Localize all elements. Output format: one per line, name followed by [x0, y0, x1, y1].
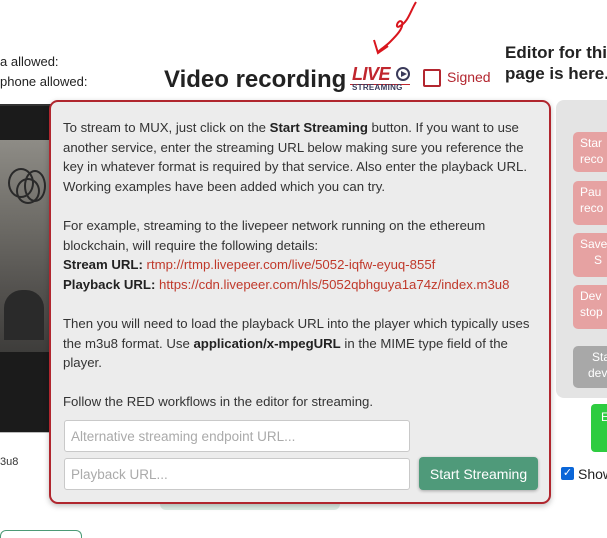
- green-action-button[interactable]: E: [591, 404, 607, 452]
- device-stop-label-1: Dev: [580, 289, 602, 303]
- start-recording-label-1: Star: [580, 136, 603, 150]
- page-title: Video recording: [164, 66, 347, 93]
- start-streaming-button[interactable]: Start Streaming: [419, 457, 538, 490]
- stream-url-value: rtmp://rtmp.livepeer.com/live/5052-iqfw-…: [146, 257, 436, 273]
- codec-text: 3u8: [0, 456, 19, 468]
- player-paragraph: Then you will need to load the playback …: [63, 314, 539, 373]
- editor-note: Editor for this page is here.: [505, 42, 607, 84]
- popup-body: To stream to MUX, just click on the Star…: [63, 118, 539, 432]
- save-label-1: Save: [580, 237, 607, 251]
- intro-bold: Start Streaming: [269, 120, 368, 135]
- playback-url-label: Playback URL:: [63, 276, 156, 292]
- playback-url-input[interactable]: [64, 458, 410, 490]
- mime-type: application/x-mpegURL: [193, 335, 341, 351]
- live-streaming-logo[interactable]: LIVE STREAMING: [350, 64, 412, 94]
- show-checkbox[interactable]: ✓: [561, 467, 574, 480]
- annotation-arrow-icon: [373, 1, 417, 55]
- intro-paragraph: To stream to MUX, just click on the Star…: [63, 118, 539, 196]
- save-label-2: S: [594, 253, 603, 267]
- pause-recording-label-1: Pau: [580, 185, 602, 199]
- start-device-button[interactable]: Sta dev: [573, 346, 607, 388]
- microphone-permission-text: phone allowed:: [0, 74, 88, 89]
- signed-checkbox[interactable]: [423, 69, 441, 87]
- start-device-label-1: Sta: [592, 350, 607, 364]
- live-logo-subtext: STREAMING: [352, 83, 403, 92]
- start-recording-button[interactable]: Star reco: [573, 132, 607, 172]
- device-stop-label-2: stop: [580, 305, 603, 319]
- show-label: Show: [578, 466, 607, 482]
- divider: [0, 432, 52, 433]
- follow-note: Follow the RED workflows in the editor f…: [63, 394, 374, 410]
- start-recording-label-2: reco: [580, 152, 604, 166]
- device-stop-button[interactable]: Dev stop: [573, 285, 607, 329]
- live-logo-text: LIVE: [352, 64, 391, 84]
- signed-label: Signed: [447, 69, 491, 85]
- example-intro: For example, streaming to the livepeer n…: [63, 217, 486, 253]
- pause-recording-button[interactable]: Pau reco: [573, 181, 607, 225]
- play-icon: [396, 67, 410, 81]
- editor-note-line1: Editor for this: [505, 43, 607, 62]
- editor-note-line2: page is here.: [505, 64, 607, 83]
- camera-permission-text: a allowed:: [0, 54, 59, 69]
- example-paragraph: For example, streaming to the livepeer n…: [63, 216, 539, 294]
- streaming-info-popup: To stream to MUX, just click on the Star…: [49, 100, 551, 504]
- camera-preview: [0, 104, 52, 432]
- intro-text: To stream to MUX, just click on the: [63, 120, 270, 135]
- start-device-label-2: dev: [588, 366, 607, 380]
- playback-url-value: https://cdn.livepeer.com/hls/5052qbhguya…: [159, 276, 510, 292]
- alt-endpoint-input[interactable]: [64, 420, 410, 452]
- pause-recording-label-2: reco: [580, 201, 604, 215]
- stream-url-label: Stream URL:: [63, 257, 143, 273]
- camera-preview-image: [0, 140, 52, 352]
- save-button[interactable]: Save S: [573, 233, 607, 277]
